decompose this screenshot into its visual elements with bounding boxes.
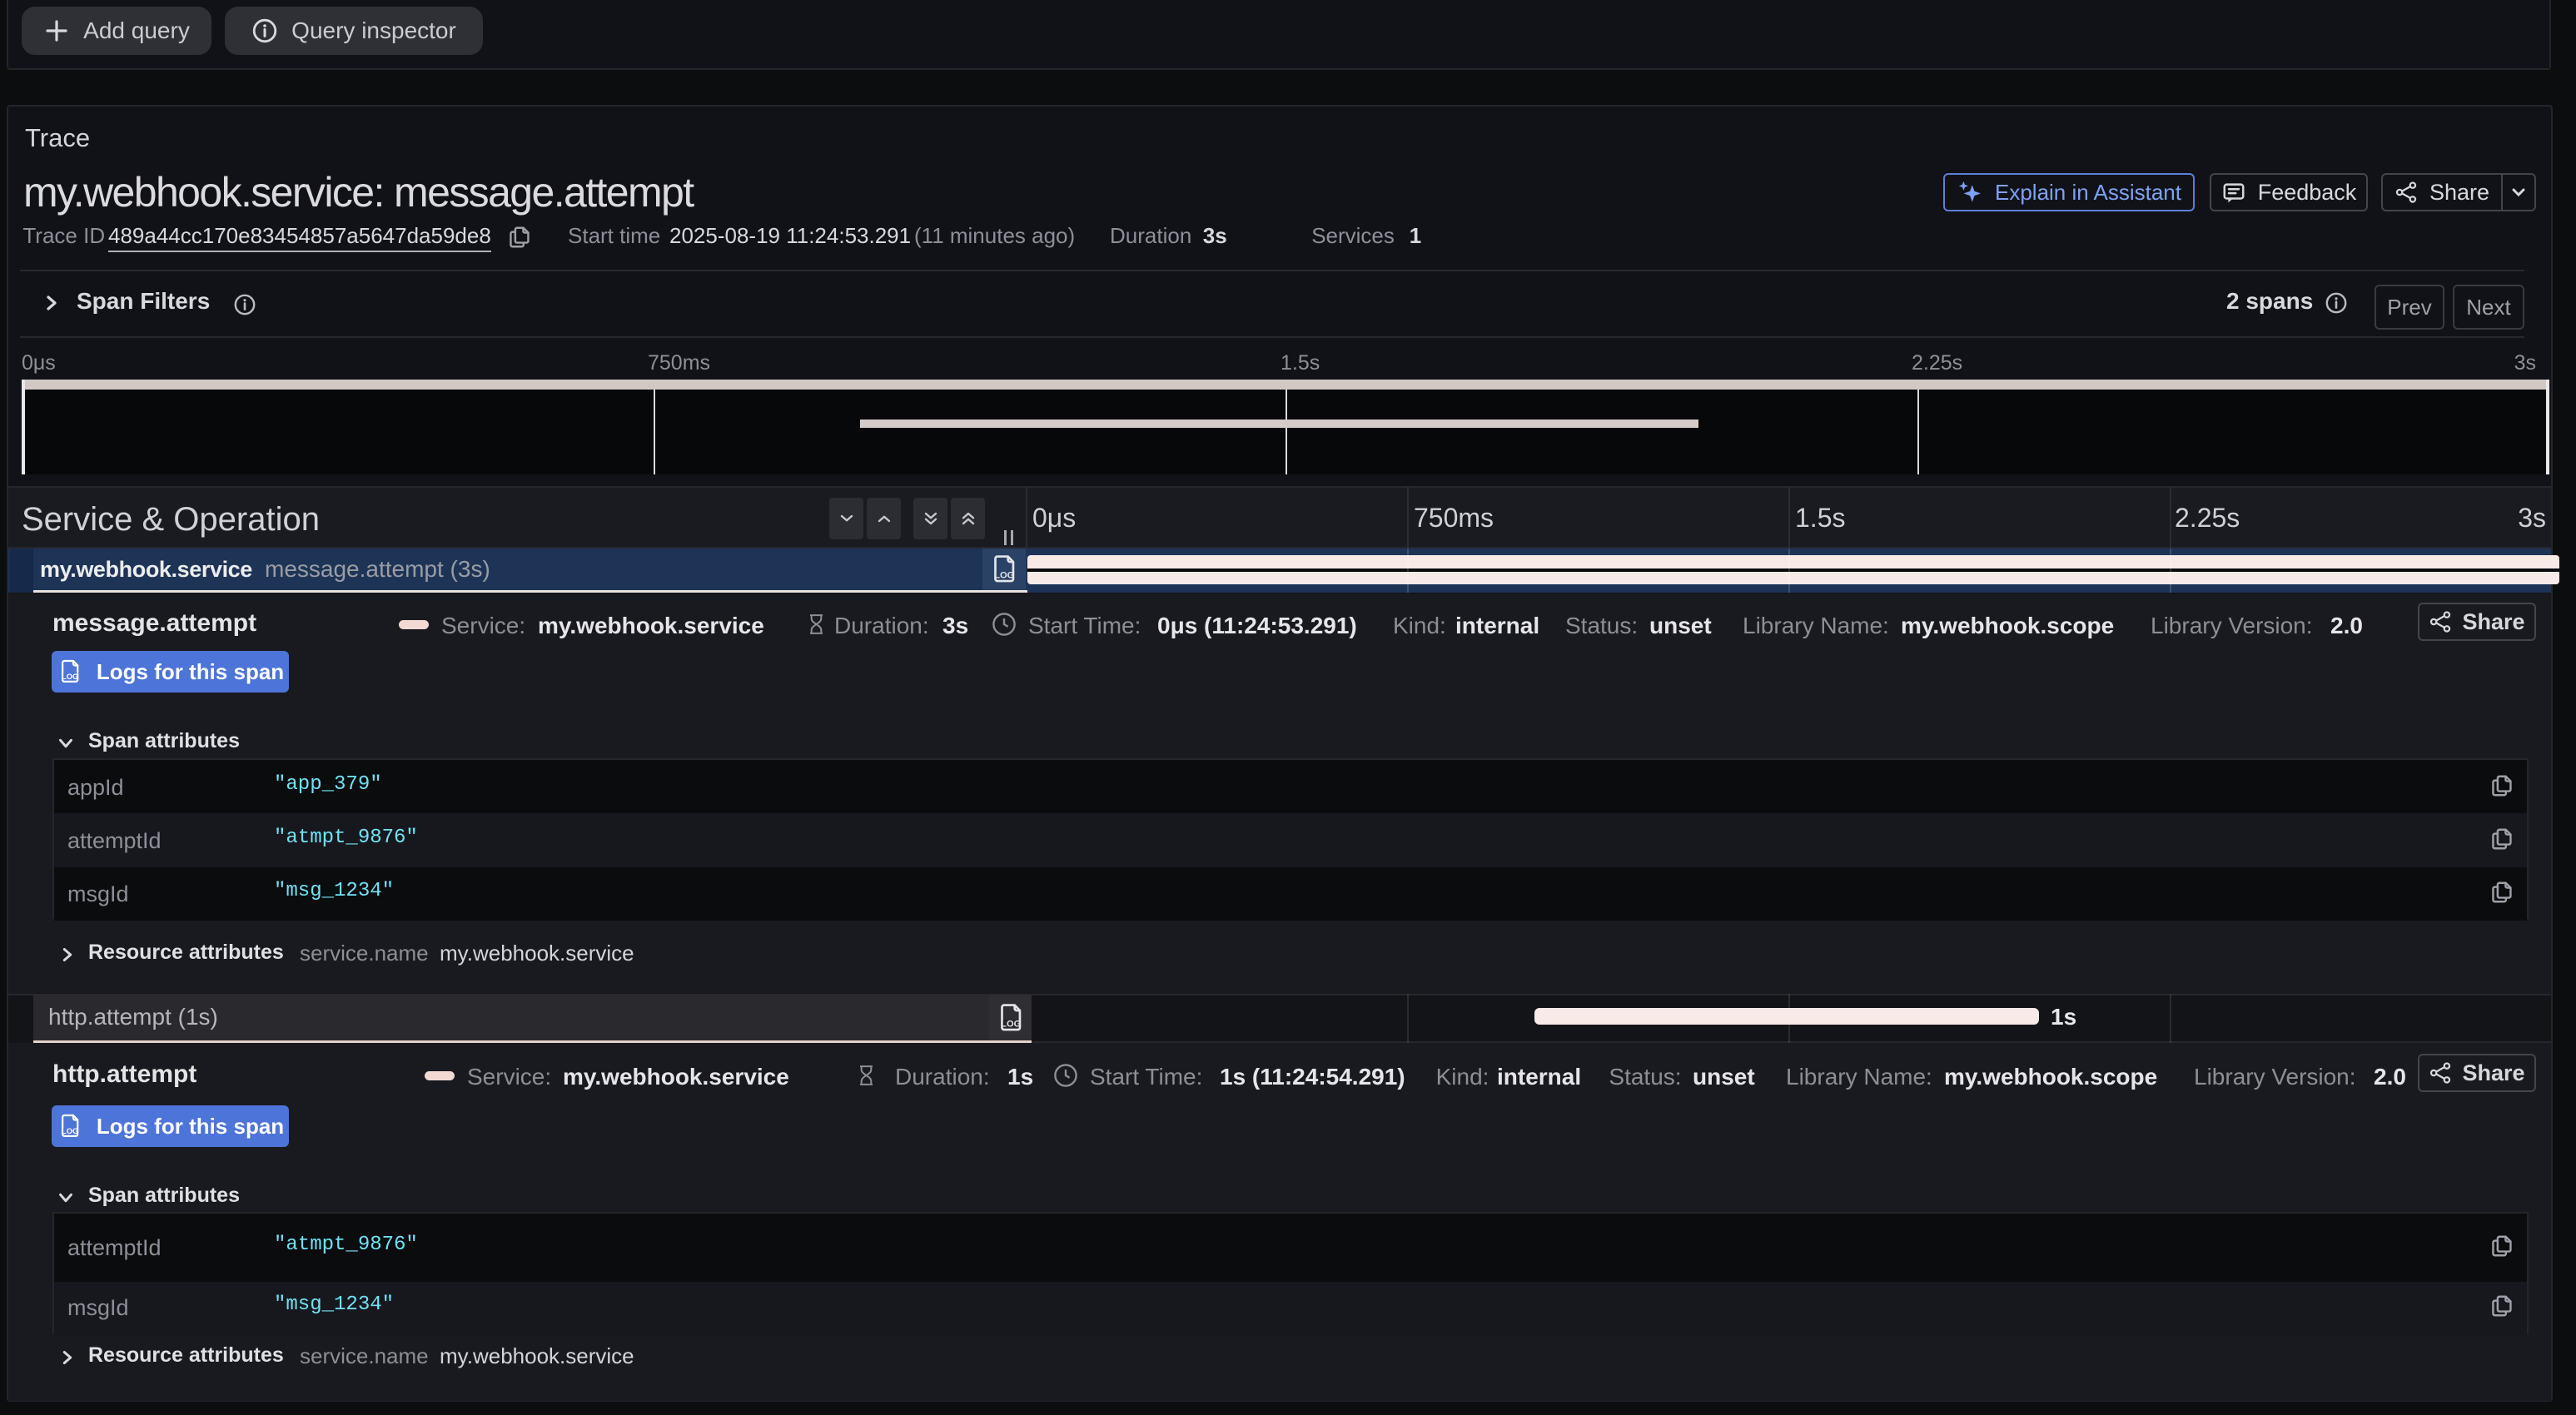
svg-text:LOG: LOG <box>994 571 1014 581</box>
svg-text:LOG: LOG <box>62 672 78 681</box>
svg-text:LOG: LOG <box>62 1126 78 1135</box>
svg-text:LOG: LOG <box>1001 1020 1021 1030</box>
